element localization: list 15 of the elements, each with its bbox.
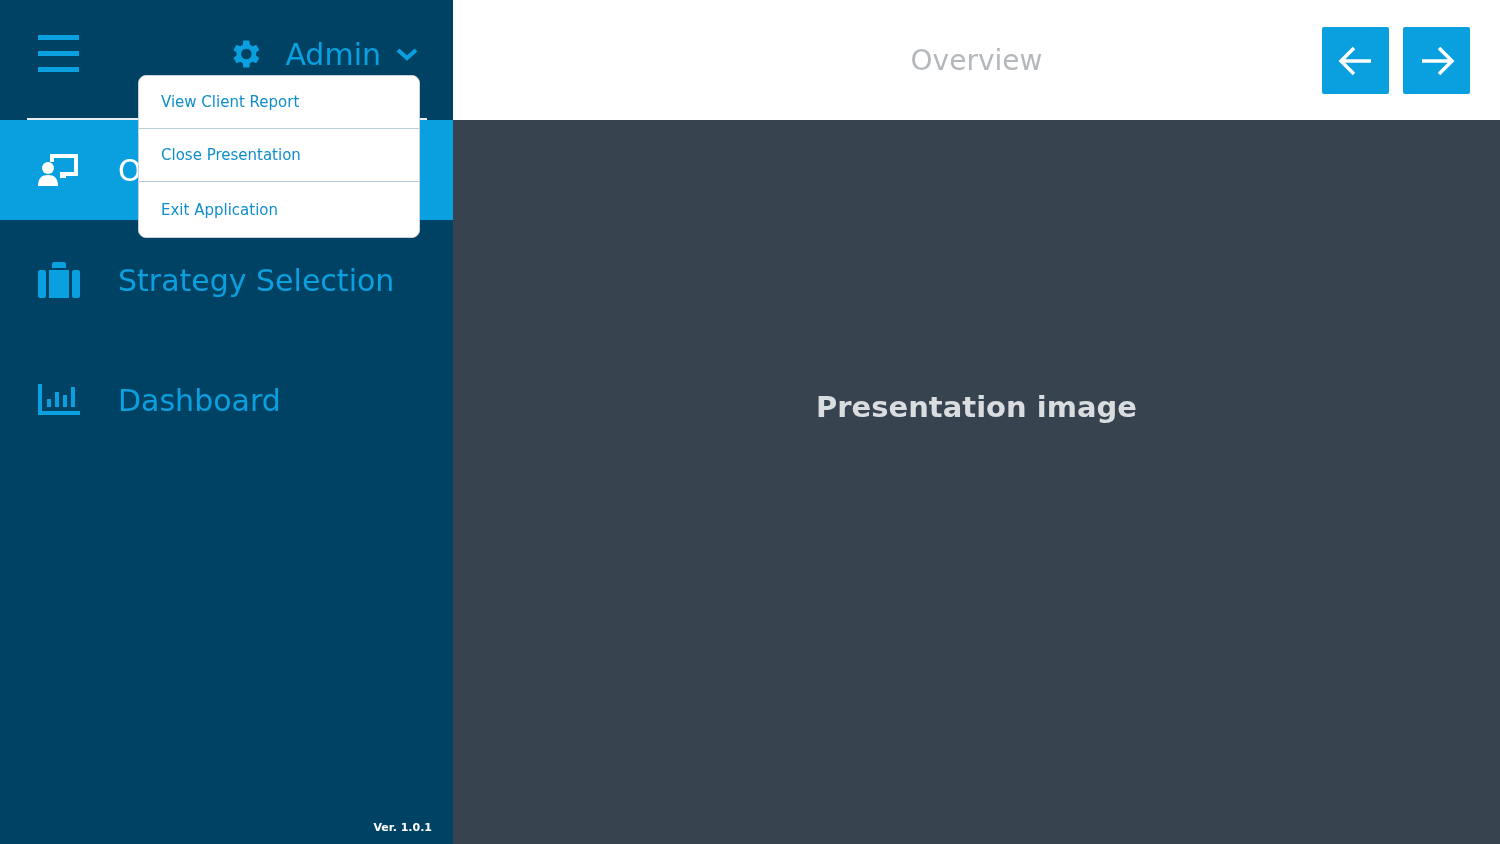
menu-item[interactable]: View Client Report [139,76,419,129]
page-title: Overview [910,43,1043,77]
nav-item[interactable]: Dashboard [0,340,453,460]
version-label: Ver. 1.0.1 [373,821,433,836]
menu-icon [38,35,80,73]
menu-button[interactable] [38,35,80,73]
caret-icon [395,46,419,62]
briefcase-icon [38,262,80,298]
bar-chart-icon [38,384,80,416]
forward-button[interactable] [1403,27,1470,94]
back-button[interactable] [1322,27,1389,94]
presenter-icon [38,152,80,188]
left-arrow-icon [1337,44,1374,77]
user-menu-button[interactable]: Admin [285,36,419,72]
placeholder-text: Presentation image [816,390,1137,426]
